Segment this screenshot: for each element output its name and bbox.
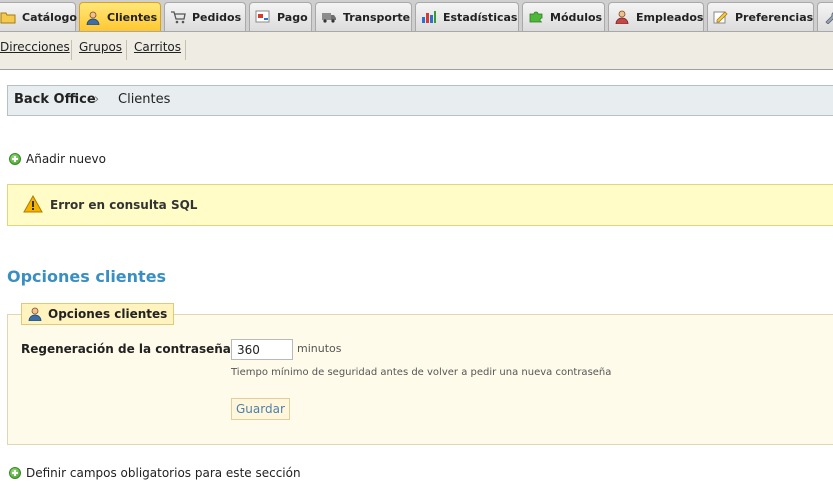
tab-label: Transporte [343,10,411,24]
warning-text: Error en consulta SQL [50,198,198,212]
preferences-icon [713,10,729,24]
truck-icon [321,10,337,24]
add-icon [9,153,21,165]
tab-empleados[interactable]: Empleados [608,2,704,31]
tab-pedidos[interactable]: Pedidos [164,2,246,31]
submenu-divider [71,40,72,60]
warning-icon [23,194,43,213]
breadcrumb: Back Office › Clientes [7,85,833,116]
tab-label: Pedidos [192,10,242,24]
submenu-divider [126,40,127,60]
tab-label: Clientes [107,11,158,24]
customer-icon [27,307,43,322]
tab-label: Preferencias [735,10,814,24]
cart-icon [170,10,186,24]
submenu-carritos[interactable]: Carritos [134,40,181,54]
puzzle-icon [528,10,544,24]
add-new-label: Añadir nuevo [26,152,106,166]
add-new-link[interactable]: Añadir nuevo [9,152,106,166]
tab-overflow[interactable] [817,2,833,31]
fieldset-legend: Opciones clientes [21,303,175,325]
tab-label: Módulos [550,10,603,24]
field-help-text: Tiempo mínimo de seguridad antes de volv… [231,367,612,378]
password-regen-label: Regeneración de la contraseña [21,342,231,356]
tab-label: Estadísticas [443,10,518,24]
payment-icon [255,10,271,24]
tab-transporte[interactable]: Transporte [315,2,412,31]
save-button[interactable]: Guardar [231,398,290,420]
add-icon [9,467,21,479]
tab-estadisticas[interactable]: Estadísticas [415,2,519,31]
password-regen-input[interactable] [231,339,293,360]
tab-pago[interactable]: Pago [249,2,312,31]
chevron-right-icon: › [94,92,100,107]
bar-chart-icon [421,10,437,24]
submenu-direcciones[interactable]: Direcciones [0,40,70,54]
tab-preferencias[interactable]: Preferencias [707,2,814,31]
legend-label: Opciones clientes [48,307,168,321]
tab-label: Empleados [636,10,704,24]
section-title: Opciones clientes [7,267,167,286]
employee-icon [614,10,630,25]
folder-icon [0,10,16,24]
unit-label: minutos [297,342,342,355]
submenu-grupos[interactable]: Grupos [79,40,122,54]
tab-catalogo[interactable]: Catálogo [0,2,77,31]
sub-menu: Direcciones Grupos Carritos [0,32,833,70]
sql-error-warning: Error en consulta SQL [7,184,833,226]
tab-label: Pago [277,10,308,24]
define-required-fields-link[interactable]: Definir campos obligatorios para este se… [9,466,301,480]
submenu-divider [185,40,186,60]
tab-label: Catálogo [22,10,77,24]
breadcrumb-root[interactable]: Back Office [14,92,96,107]
breadcrumb-current: Clientes [118,92,171,107]
customer-icon [85,11,101,25]
wrench-icon [823,10,833,25]
tab-clientes[interactable]: Clientes [79,2,161,31]
define-required-label: Definir campos obligatorios para este se… [26,466,301,480]
options-fieldset [7,314,833,445]
main-tab-bar: Catálogo Clientes Pedidos Pago Transport… [0,0,833,32]
tab-modulos[interactable]: Módulos [522,2,605,31]
